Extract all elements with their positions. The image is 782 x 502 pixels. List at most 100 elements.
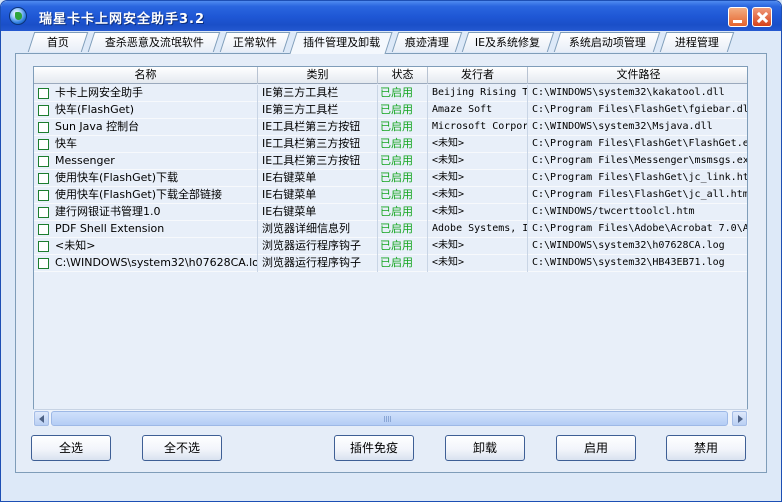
plugin-category: IE第三方工具栏 (258, 85, 378, 102)
tab-trace-cleanup[interactable]: 痕迹清理 (391, 32, 463, 52)
table-row[interactable]: 快车(FlashGet) IE第三方工具栏 已启用 Amaze Soft C:\Prog… (34, 102, 747, 119)
plugin-category: IE右键菜单 (258, 187, 378, 204)
column-header-path[interactable]: 文件路径 (528, 67, 747, 84)
plugin-path: C:\WINDOWS\system32\Msjava.dll (532, 121, 713, 132)
row-checkbox[interactable] (38, 122, 49, 133)
column-header-name[interactable]: 名称 (34, 67, 258, 84)
horizontal-scrollbar[interactable] (33, 409, 748, 426)
plugin-status: 已启用 (378, 170, 428, 187)
row-checkbox[interactable] (38, 224, 49, 235)
disable-button[interactable]: 禁用 (666, 435, 746, 461)
plugin-category: IE工具栏第三方按钮 (258, 153, 378, 170)
plugin-category: IE工具栏第三方按钮 (258, 136, 378, 153)
plugin-name: 使用快车(FlashGet)下载 (55, 171, 179, 184)
plugin-category: IE右键菜单 (258, 170, 378, 187)
table-row[interactable]: 卡卡上网安全助手 IE第三方工具栏 已启用 Beijing Rising T C:\WI… (34, 85, 747, 102)
plugin-path: C:\Program Files\FlashGet\jc_link.ht (532, 172, 748, 183)
scroll-left-icon[interactable] (34, 411, 49, 426)
plugin-name: 建行网银证书管理1.0 (55, 205, 161, 218)
table-row[interactable]: 快车 IE工具栏第三方按钮 已启用 <未知> C:\Program Files\Flas… (34, 136, 748, 153)
table-row[interactable]: <未知> 浏览器运行程序钩子 已启用 <未知> C:\WINDOWS\system32\… (34, 238, 747, 255)
plugin-name: 快车(FlashGet) (55, 103, 135, 116)
tab-home[interactable]: 首页 (27, 32, 89, 52)
plugin-status: 已启用 (378, 238, 428, 255)
table-row[interactable]: 使用快车(FlashGet)下载全部链接 IE右键菜单 已启用 <未知> C:\Prog… (34, 187, 748, 204)
column-header-category[interactable]: 类别 (258, 67, 378, 84)
minimize-button[interactable] (728, 7, 748, 27)
plugin-publisher: <未知> (428, 204, 528, 221)
plugin-publisher: <未知> (428, 255, 528, 272)
plugin-name: Sun Java 控制台 (55, 120, 140, 133)
select-none-button[interactable]: 全不选 (142, 435, 222, 461)
tab-ie-system-repair[interactable]: IE及系统修复 (461, 32, 555, 52)
plugin-panel: 名称 类别 状态 发行者 文件路径 卡卡上网安全助手 IE第三方工具栏 已启用 Bei… (15, 53, 767, 473)
plugin-path: C:\Program Files\FlashGet\jc_all.htm (532, 189, 748, 200)
table-row[interactable]: 建行网银证书管理1.0 IE右键菜单 已启用 <未知> C:\WINDOWS/twcer… (34, 204, 747, 221)
plugin-name: <未知> (55, 239, 96, 252)
tab-process-management[interactable]: 进程管理 (659, 32, 735, 52)
row-checkbox[interactable] (38, 207, 49, 218)
close-button[interactable] (752, 7, 772, 27)
rising-logo-icon (9, 7, 27, 25)
column-header-publisher[interactable]: 发行者 (428, 67, 528, 84)
plugin-category: IE右键菜单 (258, 204, 378, 221)
plugin-path: C:\WINDOWS\system32\kakatool.dll (532, 87, 725, 98)
uninstall-button[interactable]: 卸载 (445, 435, 525, 461)
tab-normal-software[interactable]: 正常软件 (219, 32, 291, 52)
row-checkbox[interactable] (38, 105, 49, 116)
table-row[interactable]: 使用快车(FlashGet)下载 IE右键菜单 已启用 <未知> C:\Program … (34, 170, 748, 187)
row-checkbox[interactable] (38, 88, 49, 99)
row-checkbox[interactable] (38, 258, 49, 269)
tab-bar: 首页 查杀恶意及流氓软件 正常软件 插件管理及卸载 痕迹清理 IE及系统修复 系… (23, 32, 763, 54)
plugin-publisher: <未知> (428, 187, 528, 204)
row-checkbox[interactable] (38, 173, 49, 184)
tab-startup-management[interactable]: 系统启动项管理 (553, 32, 661, 52)
column-header-status[interactable]: 状态 (378, 67, 428, 84)
plugin-status: 已启用 (378, 204, 428, 221)
plugin-publisher: <未知> (428, 136, 528, 153)
plugin-status: 已启用 (378, 85, 428, 102)
plugin-list[interactable]: 名称 类别 状态 发行者 文件路径 卡卡上网安全助手 IE第三方工具栏 已启用 Bei… (33, 66, 748, 426)
plugin-publisher: Amaze Soft (428, 102, 528, 119)
plugin-status: 已启用 (378, 187, 428, 204)
plugin-category: 浏览器运行程序钩子 (258, 255, 378, 272)
plugin-status: 已启用 (378, 102, 428, 119)
plugin-name: C:\WINDOWS\system32\h07628CA.log (55, 256, 258, 269)
table-row[interactable]: C:\WINDOWS\system32\h07628CA.log 浏览器运行程序钩… (34, 255, 747, 272)
plugin-name: 快车 (55, 137, 77, 150)
tab-malware-scan[interactable]: 查杀恶意及流氓软件 (87, 32, 221, 52)
row-checkbox[interactable] (38, 241, 49, 252)
plugin-path: C:\Program Files\FlashGet\FlashGet.e (532, 138, 748, 149)
scrollbar-thumb[interactable] (51, 411, 728, 426)
plugin-name: Messenger (55, 154, 115, 167)
table-row[interactable]: Messenger IE工具栏第三方按钮 已启用 <未知> C:\Program Fil… (34, 153, 747, 170)
scroll-right-icon[interactable] (732, 411, 747, 426)
plugin-publisher: <未知> (428, 153, 528, 170)
plugin-status: 已启用 (378, 119, 428, 136)
enable-button[interactable]: 启用 (556, 435, 636, 461)
tab-plugin-management[interactable]: 插件管理及卸载 (289, 32, 393, 54)
plugin-status: 已启用 (378, 153, 428, 170)
select-all-button[interactable]: 全选 (31, 435, 111, 461)
row-checkbox[interactable] (38, 190, 49, 201)
list-header: 名称 类别 状态 发行者 文件路径 (34, 67, 747, 84)
table-row[interactable]: Sun Java 控制台 IE工具栏第三方按钮 已启用 Microsoft Corpo… (34, 119, 747, 136)
plugin-path: C:\Program Files\Adobe\Acrobat 7.0\A (532, 223, 748, 234)
plugin-publisher: <未知> (428, 170, 528, 187)
plugin-status: 已启用 (378, 221, 428, 238)
table-row[interactable]: PDF Shell Extension 浏览器详细信息列 已启用 Adobe Syst… (34, 221, 748, 238)
plugin-publisher: Adobe Systems, I (428, 221, 528, 238)
plugin-category: 浏览器运行程序钩子 (258, 238, 378, 255)
plugin-publisher: Beijing Rising T (428, 85, 528, 102)
title-bar[interactable]: 瑞星卡卡上网安全助手3.2 (1, 1, 781, 31)
plugin-name: PDF Shell Extension (55, 222, 165, 235)
plugin-category: IE第三方工具栏 (258, 102, 378, 119)
plugin-status: 已启用 (378, 136, 428, 153)
window-title: 瑞星卡卡上网安全助手3.2 (39, 12, 206, 27)
row-checkbox[interactable] (38, 156, 49, 167)
row-checkbox[interactable] (38, 139, 49, 150)
plugin-category: IE工具栏第三方按钮 (258, 119, 378, 136)
plugin-immunity-button[interactable]: 插件免疫 (334, 435, 414, 461)
plugin-status: 已启用 (378, 255, 428, 272)
plugin-publisher: <未知> (428, 238, 528, 255)
